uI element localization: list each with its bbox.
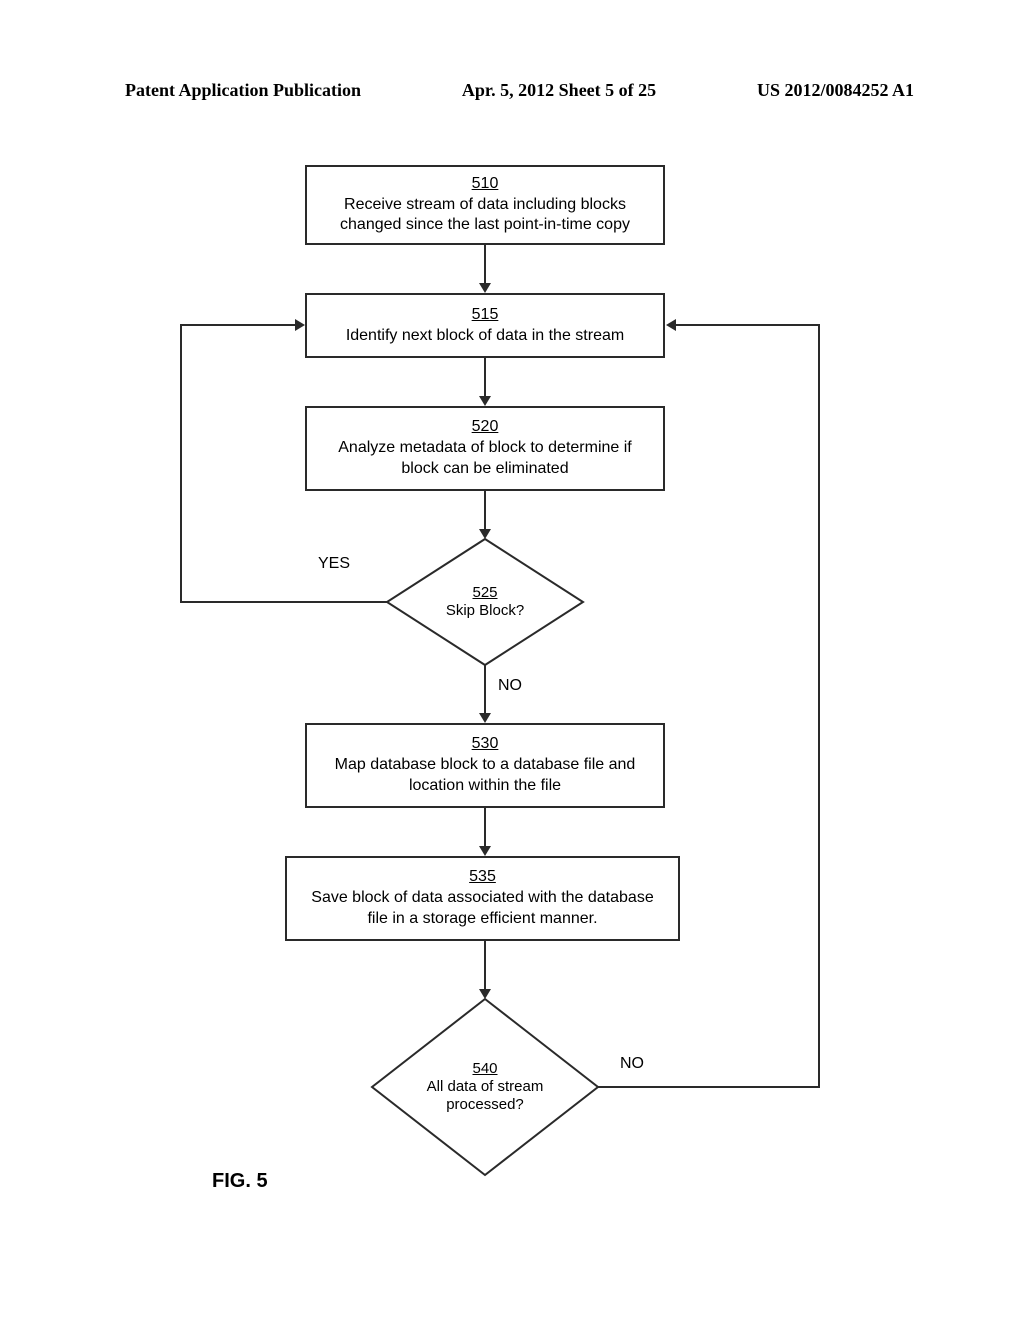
step-535: 535 Save block of data associated with t…	[285, 856, 680, 941]
arrow	[598, 1086, 820, 1088]
arrow	[484, 245, 486, 285]
step-num: 525	[472, 584, 497, 602]
step-text: Map database block to a database file an…	[319, 755, 651, 797]
step-510: 510 Receive stream of data including blo…	[305, 165, 665, 245]
arrow	[484, 941, 486, 991]
step-text: Save block of data associated with the d…	[299, 888, 666, 930]
step-515: 515 Identify next block of data in the s…	[305, 293, 665, 358]
decision-525: 525 Skip Block?	[385, 537, 585, 667]
decision-540: 540 All data of stream processed?	[370, 997, 600, 1177]
step-text: All data of stream processed?	[413, 1078, 558, 1114]
header-left: Patent Application Publication	[125, 80, 361, 101]
step-520: 520 Analyze metadata of block to determi…	[305, 406, 665, 491]
arrowhead-icon	[479, 713, 491, 723]
step-text: Receive stream of data including blocks …	[319, 195, 651, 237]
arrowhead-icon	[479, 846, 491, 856]
step-text: Identify next block of data in the strea…	[346, 326, 624, 347]
arrowhead-icon	[666, 319, 676, 331]
arrowhead-icon	[479, 283, 491, 293]
step-text: Skip Block?	[446, 602, 524, 620]
arrow	[180, 324, 297, 326]
arrow	[675, 324, 820, 326]
step-num: 540	[472, 1060, 497, 1078]
figure-label: FIG. 5	[212, 1170, 268, 1193]
arrow	[180, 324, 182, 603]
arrowhead-icon	[479, 396, 491, 406]
step-num: 520	[472, 417, 499, 438]
arrow	[484, 808, 486, 848]
arrow	[180, 601, 387, 603]
step-num: 535	[469, 867, 496, 888]
flowchart: 510 Receive stream of data including blo…	[150, 155, 880, 1235]
step-num: 530	[472, 734, 499, 755]
arrowhead-icon	[295, 319, 305, 331]
edge-label-yes: YES	[318, 555, 350, 573]
arrow	[818, 324, 820, 1088]
step-num: 510	[472, 174, 499, 195]
edge-label-no-2: NO	[620, 1055, 644, 1073]
page-header: Patent Application Publication Apr. 5, 2…	[0, 80, 1024, 101]
arrow	[484, 358, 486, 398]
edge-label-no: NO	[498, 677, 522, 695]
arrow	[484, 491, 486, 531]
step-num: 515	[472, 305, 499, 326]
header-right: US 2012/0084252 A1	[757, 80, 914, 101]
arrow	[484, 665, 486, 715]
step-530: 530 Map database block to a database fil…	[305, 723, 665, 808]
step-text: Analyze metadata of block to determine i…	[319, 438, 651, 480]
header-center: Apr. 5, 2012 Sheet 5 of 25	[462, 80, 656, 101]
